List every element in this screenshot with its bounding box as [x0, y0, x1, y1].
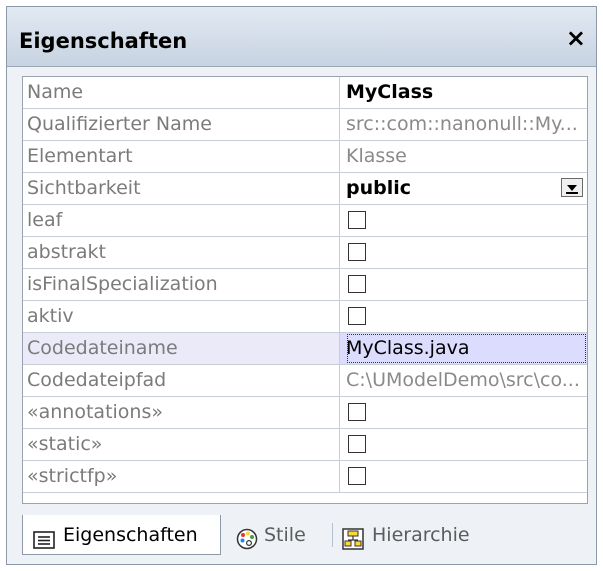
property-row-abstract[interactable]: abstrakt	[23, 237, 587, 269]
tab-label: Eigenschaften	[63, 524, 198, 546]
property-grid: Name MyClass Qualifizierter Name src::co…	[22, 76, 588, 504]
property-row-static[interactable]: «static»	[23, 429, 587, 461]
tab-hierarchy[interactable]: Hierarchie	[342, 515, 470, 555]
property-value: C:\UModelDemo\src\co...	[346, 369, 580, 391]
is-final-specialization-checkbox[interactable]	[348, 275, 366, 293]
property-label: «annotations»	[23, 397, 340, 428]
window-title: Eigenschaften	[19, 29, 188, 53]
hierarchy-icon	[342, 524, 364, 564]
property-value: src::com::nanonull::My...	[346, 113, 578, 135]
tab-properties[interactable]: Eigenschaften	[22, 515, 221, 555]
property-row-code-file-name[interactable]: Codedateiname MyClass.java	[23, 333, 587, 365]
property-row-visibility[interactable]: Sichtbarkeit public	[23, 173, 587, 205]
property-value[interactable]: MyClass	[340, 77, 587, 108]
property-label: isFinalSpecialization	[23, 269, 340, 300]
annotations-checkbox[interactable]	[348, 403, 366, 421]
property-row-annotations[interactable]: «annotations»	[23, 397, 587, 429]
property-row-element-kind[interactable]: Elementart Klasse	[23, 141, 587, 173]
property-row-name[interactable]: Name MyClass	[23, 77, 587, 109]
property-label: abstrakt	[23, 237, 340, 268]
property-label: «strictfp»	[23, 461, 340, 492]
abstract-checkbox[interactable]	[348, 243, 366, 261]
code-file-name-value: MyClass.java	[346, 333, 587, 364]
property-label: Name	[23, 77, 340, 108]
properties-icon	[33, 524, 55, 564]
property-label: Codedateiname	[23, 333, 340, 364]
property-row-is-final-specialization[interactable]: isFinalSpecialization	[23, 269, 587, 301]
properties-window: Eigenschaften × Name MyClass Qualifizier…	[6, 6, 597, 565]
tab-label: Hierarchie	[372, 524, 470, 546]
static-checkbox[interactable]	[348, 435, 366, 453]
property-row-code-file-path[interactable]: Codedateipfad C:\UModelDemo\src\co...	[23, 365, 587, 397]
property-label: Elementart	[23, 141, 340, 172]
property-value: Klasse	[346, 145, 407, 167]
property-label: leaf	[23, 205, 340, 236]
tab-separator	[332, 523, 333, 547]
tab-styles[interactable]: Stile	[236, 515, 306, 555]
title-bar: Eigenschaften ×	[7, 7, 596, 67]
visibility-selected-value: public	[346, 177, 412, 199]
property-row-strictfp[interactable]: «strictfp»	[23, 461, 587, 493]
active-checkbox[interactable]	[348, 307, 366, 325]
code-file-name-field[interactable]: MyClass.java	[340, 333, 587, 364]
property-label: Qualifizierter Name	[23, 109, 340, 140]
property-label: aktiv	[23, 301, 340, 332]
palette-icon	[236, 524, 258, 564]
strictfp-checkbox[interactable]	[348, 467, 366, 485]
tab-label: Stile	[264, 524, 306, 546]
property-row-leaf[interactable]: leaf	[23, 205, 587, 237]
tab-bar: Eigenschaften Stile Hierarchie	[22, 515, 588, 559]
property-label: «static»	[23, 429, 340, 460]
visibility-select[interactable]: public	[340, 173, 587, 204]
property-row-qualified-name[interactable]: Qualifizierter Name src::com::nanonull::…	[23, 109, 587, 141]
property-row-active[interactable]: aktiv	[23, 301, 587, 333]
close-icon[interactable]: ×	[566, 26, 586, 50]
dropdown-arrow-icon[interactable]	[561, 178, 583, 197]
leaf-checkbox[interactable]	[348, 211, 366, 229]
property-label: Sichtbarkeit	[23, 173, 340, 204]
property-label: Codedateipfad	[23, 365, 340, 396]
